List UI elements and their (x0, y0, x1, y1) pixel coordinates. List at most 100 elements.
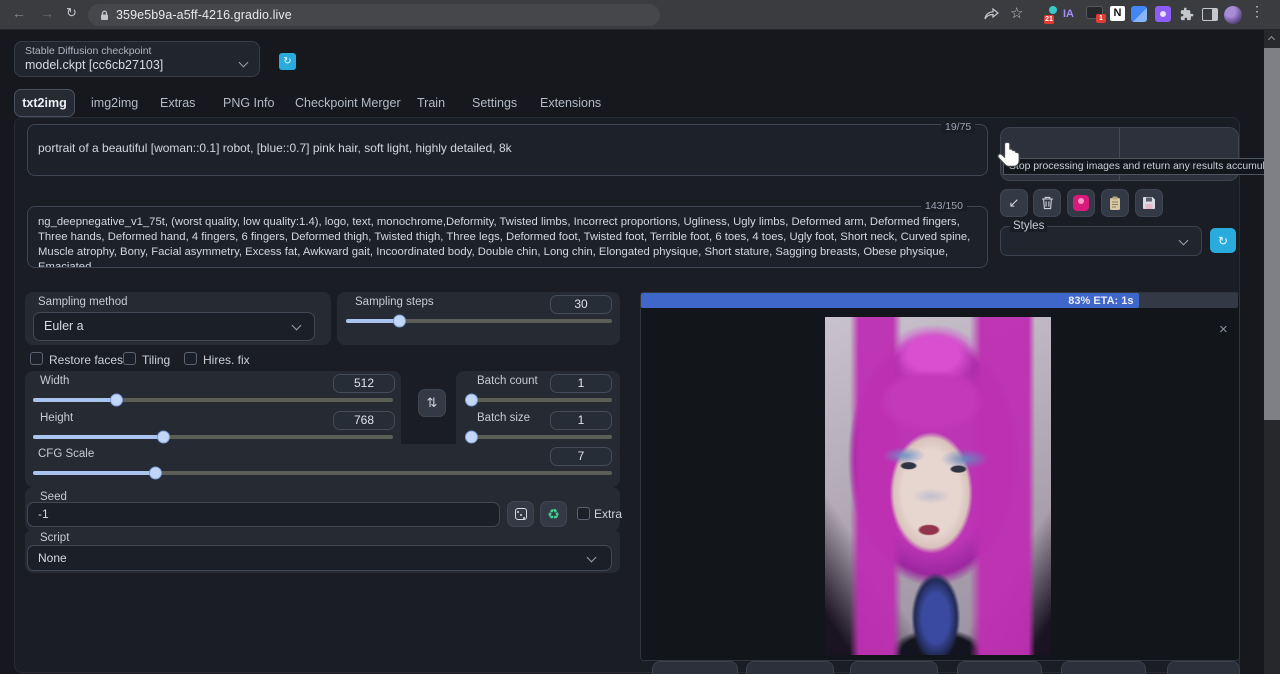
tiling-checkbox[interactable] (123, 352, 136, 365)
cfg-scale-value[interactable]: 7 (550, 447, 612, 466)
slider-thumb[interactable] (110, 394, 123, 407)
script-label: Script (40, 532, 69, 544)
tab-settings[interactable]: Settings (472, 96, 517, 110)
gallery-action-button[interactable] (850, 661, 938, 674)
batch-size-slider[interactable] (465, 435, 612, 439)
progress-fill: 83% ETA: 1s (641, 293, 1139, 308)
gallery-action-button[interactable] (652, 661, 738, 674)
dice-icon (515, 508, 527, 520)
styles-label: Styles (1010, 220, 1047, 232)
reuse-seed-button[interactable]: ♻ (540, 501, 567, 527)
checkpoint-label: Stable Diffusion checkpoint (25, 45, 151, 57)
tab-train[interactable]: Train (417, 96, 445, 110)
extra-networks-button[interactable] (1067, 189, 1095, 217)
swap-dimensions-button[interactable]: ⇅ (418, 389, 446, 417)
camera-badge: 1 (1096, 14, 1106, 23)
paste-params-button[interactable]: ↙ (1000, 189, 1028, 217)
prompt-input[interactable]: portrait of a beautiful [woman::0.1] rob… (27, 124, 988, 176)
batch-size-value[interactable]: 1 (550, 411, 612, 430)
purple-dot (1160, 11, 1166, 17)
generation-progress-bar: 83% ETA: 1s (641, 293, 1238, 308)
script-dropdown[interactable]: None (27, 545, 612, 571)
scrollbar-thumb[interactable] (1264, 48, 1280, 420)
negative-prompt-input[interactable]: ng_deepnegative_v1_75t, (worst quality, … (27, 206, 988, 268)
cfg-scale-label: CFG Scale (38, 448, 94, 460)
sidebar-toggle-icon[interactable] (1202, 8, 1218, 21)
back-button-icon[interactable]: ← (12, 5, 26, 21)
checkpoint-dropdown[interactable]: Stable Diffusion checkpoint model.ckpt [… (14, 41, 260, 77)
batch-count-slider[interactable] (465, 398, 612, 402)
cfg-scale-group (25, 444, 620, 487)
chevron-down-icon (239, 58, 249, 68)
checkpoint-refresh-button[interactable]: ↻ (279, 53, 296, 70)
styles-refresh-button[interactable]: ↻ (1210, 228, 1236, 253)
extension-camera-icon[interactable]: 1 (1086, 6, 1104, 21)
progress-text: 83% ETA: 1s (1068, 295, 1139, 307)
tab-extensions[interactable]: Extensions (540, 96, 601, 110)
save-style-button[interactable] (1135, 189, 1163, 217)
scroll-up-arrow-icon[interactable] (1268, 36, 1275, 43)
seed-label: Seed (40, 491, 67, 503)
tab-png-info[interactable]: PNG Info (223, 96, 274, 110)
close-preview-icon[interactable]: × (1219, 321, 1228, 338)
random-seed-button[interactable] (507, 501, 534, 527)
sampling-method-dropdown[interactable]: Euler a (33, 312, 315, 341)
gallery-action-button[interactable] (1167, 661, 1240, 674)
tab-checkpoint-merger[interactable]: Checkpoint Merger (295, 96, 401, 110)
hires-fix-checkbox[interactable] (184, 352, 197, 365)
seed-extra-label: Extra (594, 507, 622, 521)
gallery-action-button[interactable] (957, 661, 1042, 674)
apply-style-button[interactable] (1101, 189, 1129, 217)
width-label: Width (40, 375, 69, 387)
extensions-puzzle-icon[interactable] (1179, 7, 1194, 22)
slider-thumb[interactable] (149, 467, 162, 480)
extension-purple-icon[interactable] (1155, 6, 1171, 22)
batch-count-value[interactable]: 1 (550, 374, 612, 393)
extension-ia-icon[interactable]: IA (1063, 8, 1074, 20)
seed-extra-checkbox[interactable] (577, 507, 590, 520)
forward-button-icon[interactable]: → (40, 5, 54, 21)
height-value[interactable]: 768 (333, 411, 395, 430)
extension-notifier-icon[interactable]: 21 (1044, 6, 1062, 24)
profile-avatar[interactable] (1224, 6, 1242, 24)
url-text: 359e5b9a-a5ff-4216.gradio.live (116, 8, 292, 22)
browser-menu-icon[interactable]: ⋮ (1250, 3, 1264, 20)
bookmark-star-icon[interactable]: ☆ (1010, 4, 1023, 22)
slider-thumb[interactable] (465, 431, 478, 444)
sampling-steps-value[interactable]: 30 (550, 295, 612, 314)
width-value[interactable]: 512 (333, 374, 395, 393)
cfg-scale-slider[interactable] (33, 471, 612, 475)
restore-faces-label: Restore faces (49, 353, 123, 367)
sampling-method-label: Sampling method (38, 296, 128, 308)
page-scrollbar[interactable] (1264, 30, 1280, 674)
extension-photos-icon[interactable] (1131, 6, 1147, 22)
reload-button-icon[interactable]: ↻ (66, 5, 77, 21)
chevron-down-icon (292, 321, 302, 331)
tab-extras[interactable]: Extras (160, 96, 195, 110)
clear-prompt-button[interactable] (1033, 189, 1061, 217)
slider-thumb[interactable] (465, 394, 478, 407)
tab-txt2img[interactable]: txt2img (14, 89, 75, 117)
gallery-action-button[interactable] (746, 661, 834, 674)
address-bar[interactable]: 359e5b9a-a5ff-4216.gradio.live (88, 4, 660, 26)
lock-icon (100, 10, 109, 21)
gallery-action-button[interactable] (1061, 661, 1146, 674)
seed-input[interactable]: -1 (27, 502, 500, 527)
slider-thumb[interactable] (393, 315, 406, 328)
sampling-steps-slider[interactable] (346, 319, 612, 323)
mouse-cursor-hand (996, 140, 1024, 174)
height-label: Height (40, 412, 73, 424)
share-icon[interactable] (984, 8, 1000, 22)
extension-notion-icon[interactable]: N (1110, 6, 1125, 21)
tab-img2img[interactable]: img2img (91, 96, 138, 110)
browser-window: ← → ↻ 359e5b9a-a5ff-4216.gradio.live ☆ 2… (0, 0, 1280, 674)
floppy-save-icon (1142, 196, 1156, 210)
swap-arrows-icon: ⇅ (427, 395, 438, 411)
generated-image-preview[interactable] (825, 317, 1051, 655)
clipboard-icon (1109, 196, 1121, 211)
arrow-down-left-icon: ↙ (1009, 195, 1020, 211)
slider-thumb[interactable] (157, 431, 170, 444)
width-slider[interactable] (33, 398, 393, 402)
restore-faces-checkbox[interactable] (30, 352, 43, 365)
height-slider[interactable] (33, 435, 393, 439)
